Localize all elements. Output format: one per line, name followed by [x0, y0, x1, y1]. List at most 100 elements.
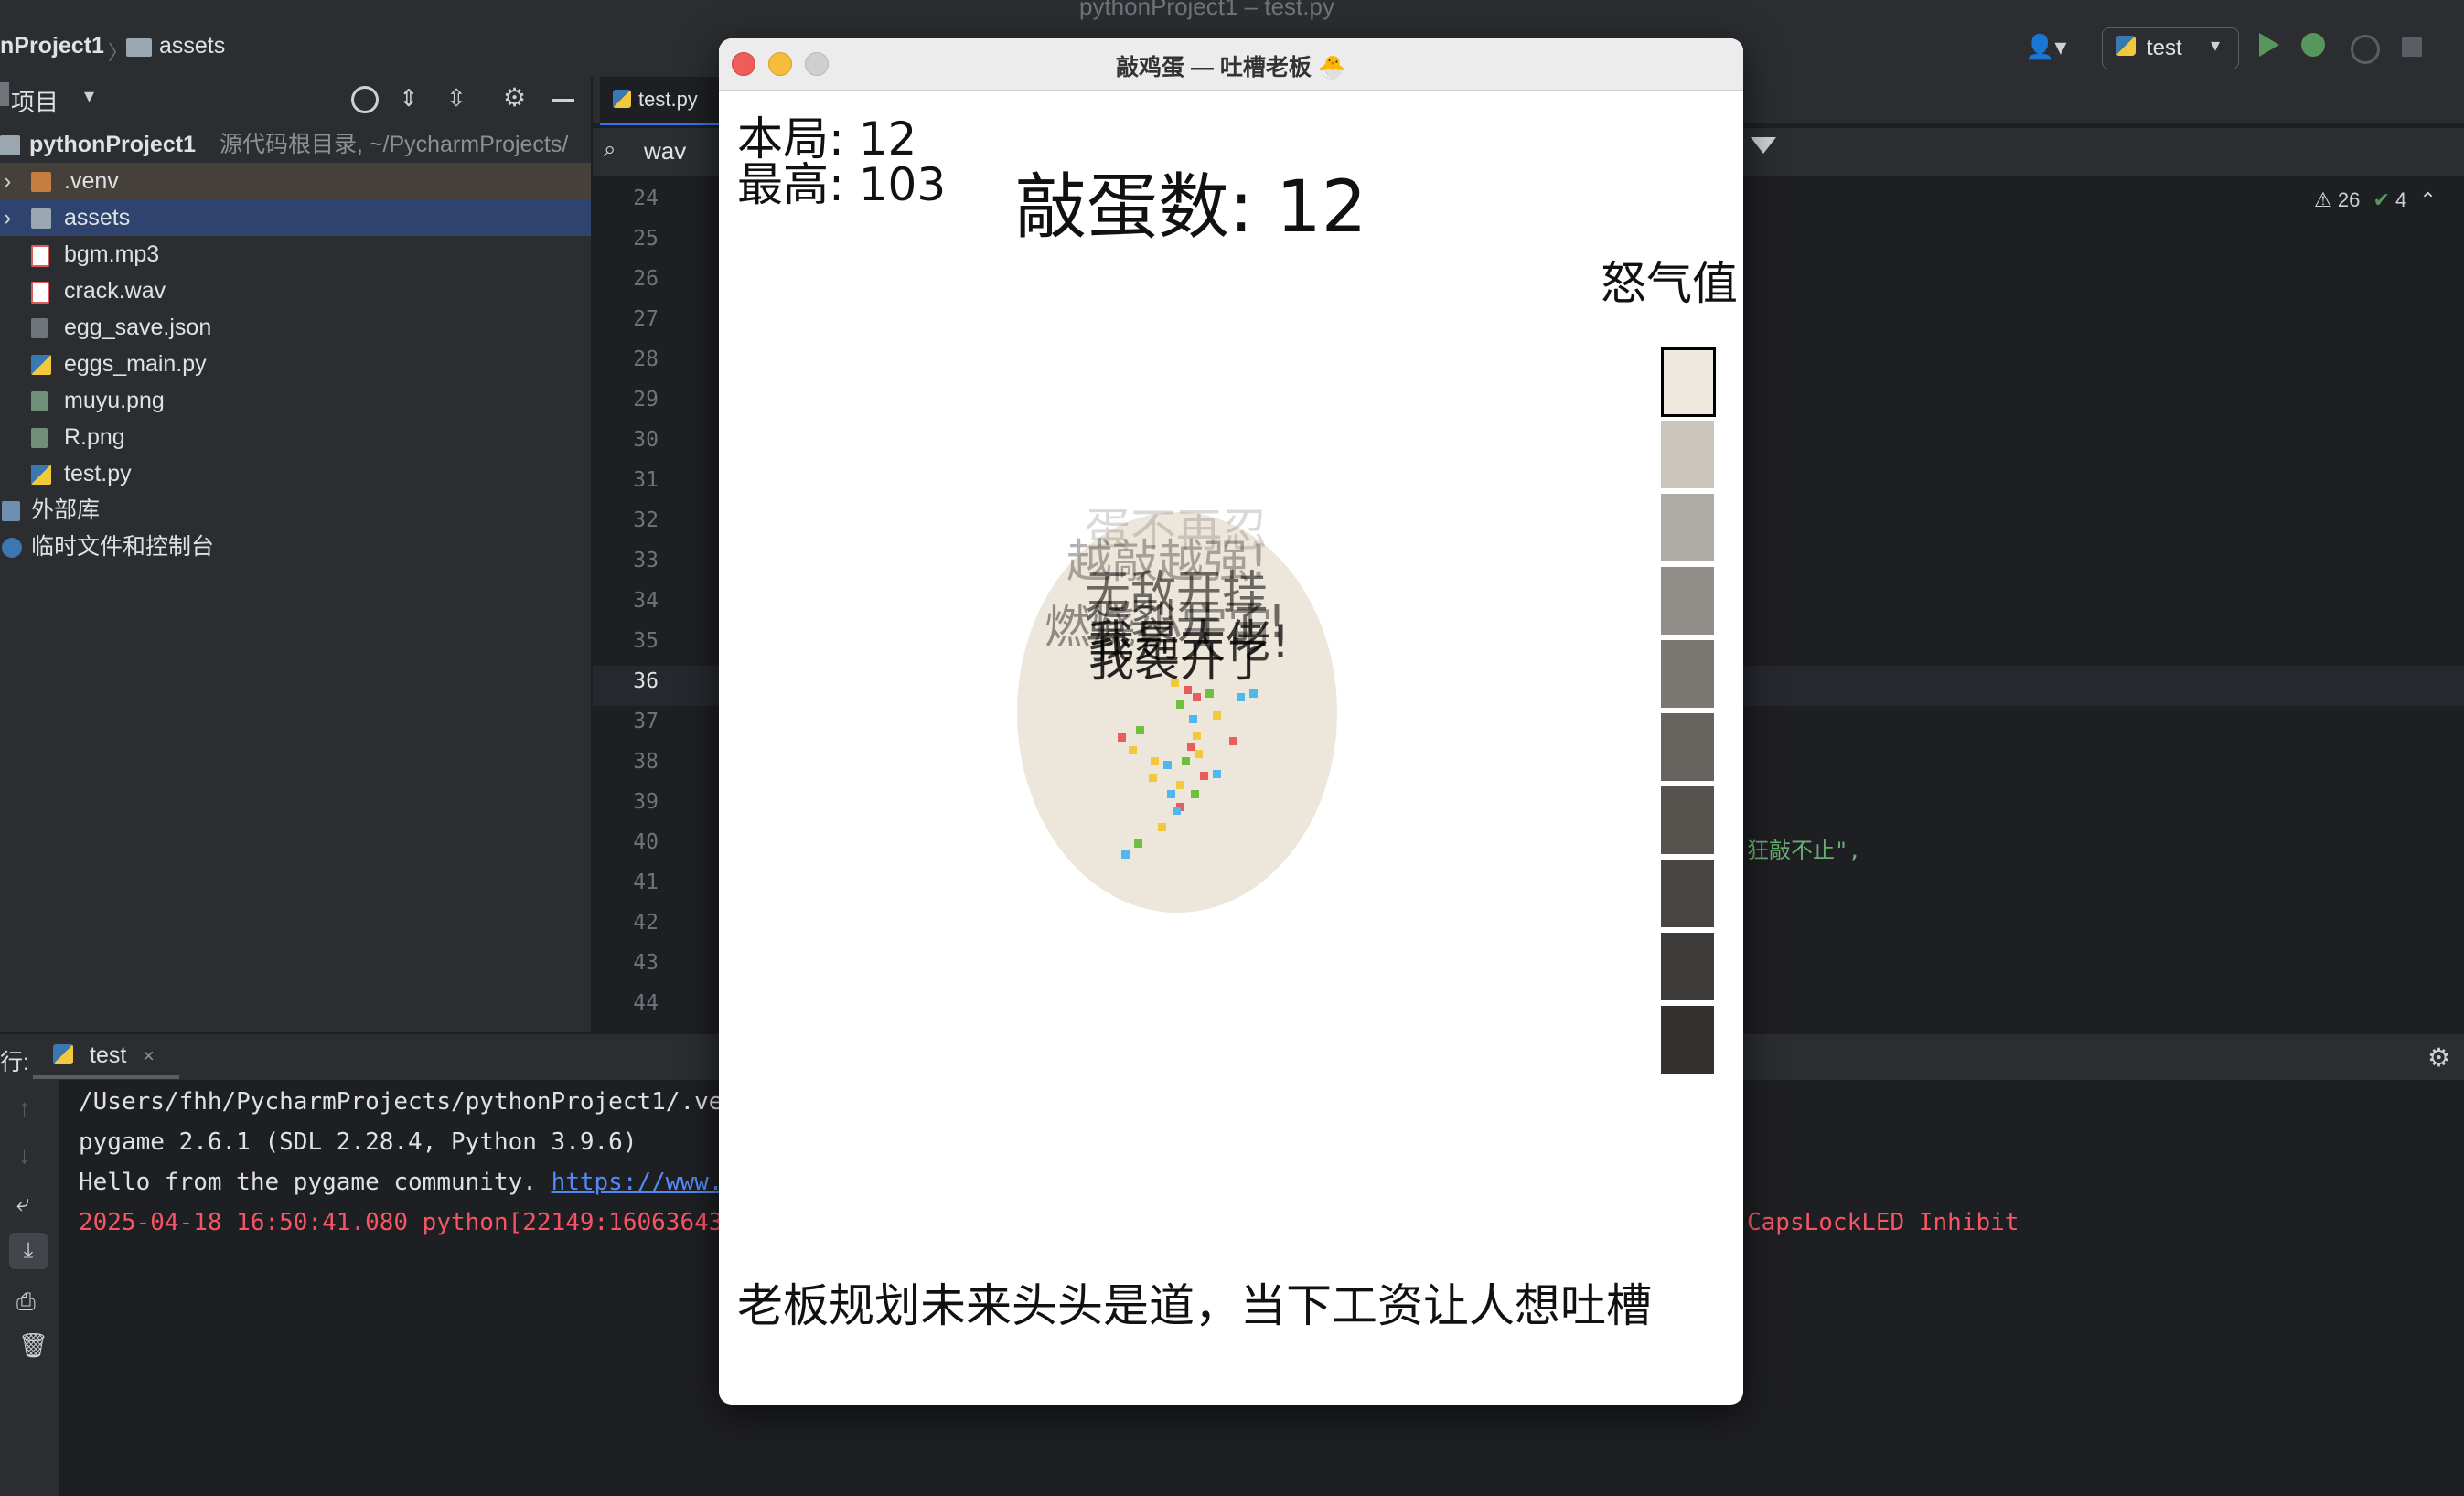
game-window-title: 敲鸡蛋 — 吐槽老板 🐣: [1116, 55, 1346, 80]
tree-item-label: crack.wav: [64, 278, 166, 304]
run-panel-label: 行:: [0, 1050, 29, 1075]
tree-item-crack[interactable]: crack.wav: [0, 272, 591, 309]
tree-item-label: .venv: [64, 168, 119, 194]
line-number: 41: [633, 871, 659, 894]
float-text: 我裂开了: [1088, 634, 1271, 687]
collapse-all-icon[interactable]: ⇳: [446, 84, 466, 112]
tree-item-label: muyu.png: [64, 388, 165, 413]
tree-item-scratches[interactable]: 临时文件和控制台: [0, 529, 591, 565]
rage-segment: [1661, 933, 1714, 1000]
tree-item-r-png[interactable]: R.png: [0, 419, 591, 455]
rage-segment: [1661, 786, 1714, 854]
particle: [1229, 737, 1237, 745]
arrow-up-icon[interactable]: ↑: [18, 1094, 30, 1122]
tree-item-eggs-main[interactable]: eggs_main.py: [0, 346, 591, 382]
root-hint: 源代码根目录, ~/PycharmProjects/: [220, 132, 569, 157]
gear-icon[interactable]: ⚙: [503, 82, 526, 112]
inspection-widget[interactable]: ⚠ 26 ✔ 4 ⌃: [2314, 188, 2437, 212]
search-input[interactable]: wav: [644, 137, 686, 166]
particle: [1200, 772, 1208, 780]
tree-root[interactable]: pythonProject1 源代码根目录, ~/PycharmProjects…: [0, 126, 591, 163]
tree-item-bgm[interactable]: bgm.mp3: [0, 236, 591, 272]
particle: [1213, 770, 1221, 778]
gear-icon[interactable]: ⚙: [2427, 1042, 2450, 1073]
tree-item-assets[interactable]: › assets: [0, 199, 591, 236]
image-file-icon: [31, 391, 48, 411]
breadcrumb-assets[interactable]: assets: [159, 33, 225, 59]
particle: [1205, 689, 1214, 698]
print-icon[interactable]: ⎙: [16, 1288, 36, 1317]
locate-icon[interactable]: [351, 86, 379, 113]
console-link[interactable]: https://www.: [552, 1169, 723, 1196]
line-number: 33: [633, 549, 659, 572]
tree-item-label: eggs_main.py: [64, 351, 207, 377]
audio-file-icon: [31, 282, 49, 304]
soft-wrap-icon[interactable]: ⤶: [16, 1189, 30, 1218]
tab-test-py[interactable]: test.py: [600, 77, 719, 125]
particle: [1193, 732, 1201, 740]
tree-item-egg-save[interactable]: egg_save.json: [0, 309, 591, 346]
account-icon[interactable]: 👤▾: [2025, 33, 2066, 61]
particle: [1149, 774, 1157, 782]
image-file-icon: [31, 428, 48, 448]
rage-segment: [1661, 1006, 1714, 1074]
particle: [1167, 790, 1175, 798]
chevron-right-icon: ›: [4, 205, 12, 230]
rage-label: 怒气值: [1601, 257, 1738, 310]
run-config-selector[interactable]: test ▾: [2102, 27, 2239, 69]
run-tab-test[interactable]: test: [90, 1042, 126, 1069]
line-number: 26: [633, 267, 659, 291]
line-number: 38: [633, 750, 659, 774]
warning-count: 26: [2337, 188, 2361, 211]
particle: [1136, 726, 1144, 734]
console-line: Hello from the pygame community. https:/…: [79, 1169, 723, 1196]
arrow-down-icon[interactable]: ↓: [18, 1141, 30, 1170]
line-number: 28: [633, 347, 659, 371]
folder-icon: [31, 208, 51, 229]
game-window[interactable]: 敲鸡蛋 — 吐槽老板 🐣 本局: 12 最高: 103 敲蛋数: 12 怒气值 …: [719, 38, 1743, 1405]
project-view-label[interactable]: 项目: [11, 84, 59, 118]
run-tab-underline: [33, 1075, 179, 1079]
folder-icon: [126, 38, 152, 57]
tree-item-label: 临时文件和控制台: [31, 534, 215, 560]
line-number: 25: [633, 227, 659, 251]
stop-icon[interactable]: [2402, 37, 2422, 57]
console-line-tail: CapsLockLED Inhibit: [1747, 1209, 2019, 1236]
chevron-down-icon: ▾: [2211, 36, 2221, 56]
particle: [1121, 850, 1130, 859]
complaint-text: 老板规划未来头头是道，当下工资让人想吐槽: [737, 1279, 1652, 1332]
hide-panel-icon[interactable]: [552, 99, 574, 102]
line-number: 27: [633, 307, 659, 331]
particle: [1182, 757, 1190, 765]
expand-all-icon[interactable]: ⇕: [399, 84, 419, 112]
chevron-down-icon[interactable]: ▾: [84, 84, 94, 108]
scroll-to-end-icon[interactable]: ⤓: [9, 1233, 48, 1269]
ok-count: 4: [2395, 188, 2407, 211]
filter-icon[interactable]: [1751, 137, 1776, 154]
tree-item-venv[interactable]: › .venv: [0, 163, 591, 199]
hit-counter: 敲蛋数: 12: [1015, 166, 1367, 249]
chevron-up-icon: ⌃: [2419, 188, 2437, 211]
tree-item-label: test.py: [64, 461, 132, 486]
tree-item-label: assets: [64, 205, 131, 230]
ide-window-title: pythonProject1 – test.py: [1079, 0, 1334, 20]
tree-item-label: 外部库: [31, 497, 101, 523]
particle: [1191, 790, 1199, 798]
close-icon[interactable]: ×: [143, 1044, 155, 1068]
tree-item-external-libs[interactable]: 外部库: [0, 492, 591, 529]
rage-segment: [1661, 421, 1714, 488]
trash-icon[interactable]: 🗑: [18, 1331, 48, 1360]
console-line: /Users/fhh/PycharmProjects/pythonProject…: [79, 1088, 723, 1116]
library-icon: [2, 501, 20, 521]
console-line: pygame 2.6.1 (SDL 2.28.4, Python 3.9.6): [79, 1128, 637, 1156]
panel-edge-icon: [0, 82, 9, 106]
line-number: 24: [633, 187, 659, 210]
coverage-icon[interactable]: [2351, 35, 2380, 64]
tree-item-muyu[interactable]: muyu.png: [0, 382, 591, 419]
particle: [1173, 807, 1181, 815]
tree-item-test[interactable]: test.py: [0, 455, 591, 492]
run-icon[interactable]: [2259, 33, 2279, 57]
breadcrumb-project[interactable]: nProject1: [0, 33, 104, 59]
python-file-icon: [613, 90, 631, 108]
debug-icon[interactable]: [2301, 33, 2325, 57]
